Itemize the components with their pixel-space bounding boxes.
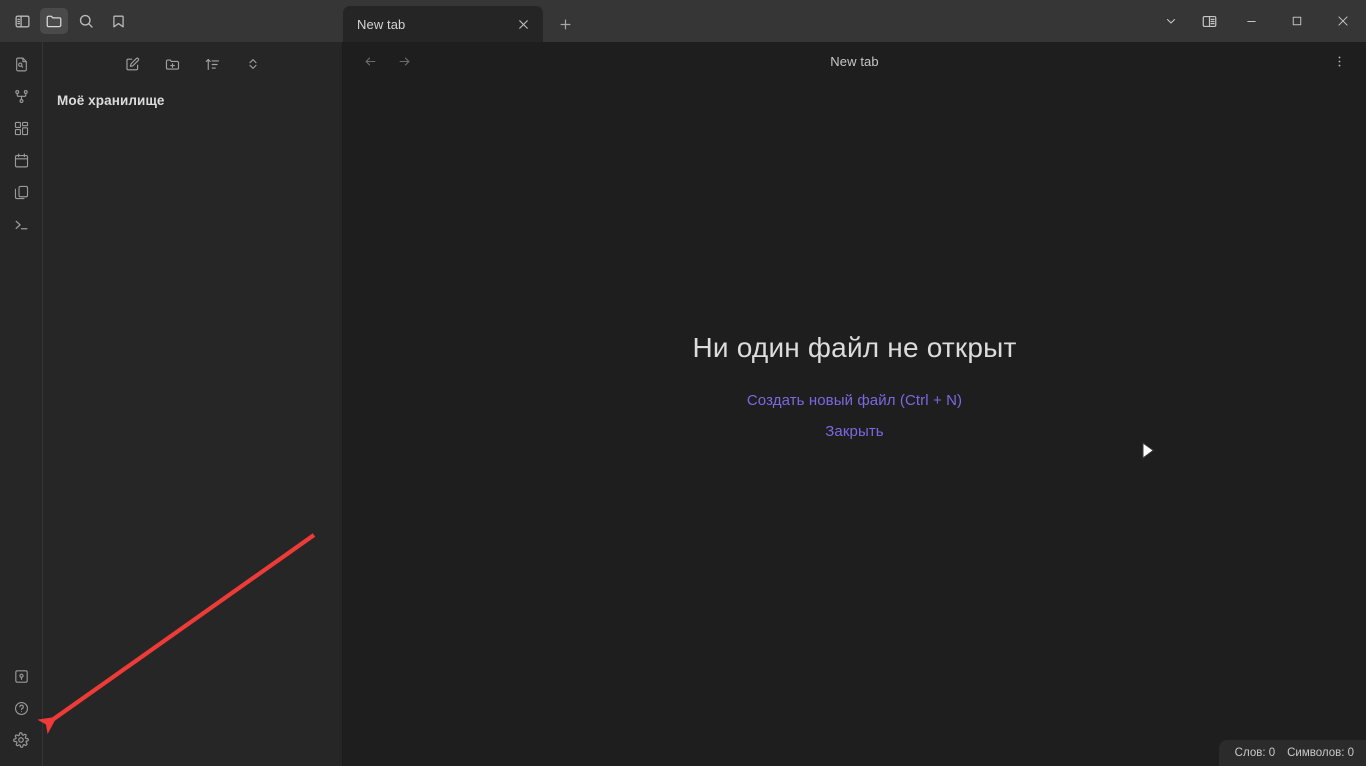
graph-view-icon[interactable] [5, 80, 37, 112]
create-new-file-link[interactable]: Создать новый файл (Ctrl + N) [747, 392, 962, 409]
minimize-icon[interactable] [1228, 0, 1274, 42]
status-bar: Слов: 0 Символов: 0 [1218, 740, 1366, 766]
navigation-arrows [357, 48, 417, 74]
tab-label: New tab [357, 16, 406, 32]
templates-icon[interactable] [5, 176, 37, 208]
empty-state: Ни один файл не открыт Создать новый фай… [343, 80, 1366, 766]
new-folder-icon[interactable] [161, 52, 185, 76]
app-body: Моё хранилище New tab Ни один файл не от… [0, 42, 1366, 766]
close-link[interactable]: Закрыть [825, 423, 883, 440]
forward-arrow-icon[interactable] [391, 48, 417, 74]
help-icon[interactable] [5, 692, 37, 724]
tab-strip: New tab [343, 0, 1152, 42]
view-header: New tab [343, 42, 1366, 80]
bookmark-icon[interactable] [104, 8, 132, 34]
new-note-icon[interactable] [121, 52, 145, 76]
settings-gear-icon[interactable] [5, 724, 37, 756]
chevron-down-icon[interactable] [1152, 0, 1190, 42]
vault-tree: Моё хранилище [43, 80, 342, 766]
character-count: Символов: 0 [1287, 747, 1354, 759]
sort-order-icon[interactable] [201, 52, 225, 76]
more-options-icon[interactable] [1326, 48, 1352, 74]
new-tab-button[interactable] [551, 10, 579, 38]
rail-bottom-group [5, 660, 37, 766]
window-controls [1152, 0, 1366, 42]
main-content-area: New tab Ни один файл не открыт Создать н… [343, 42, 1366, 766]
vault-switcher-icon[interactable] [5, 660, 37, 692]
canvas-icon[interactable] [5, 112, 37, 144]
terminal-icon[interactable] [5, 208, 37, 240]
folder-icon[interactable] [40, 8, 68, 34]
file-explorer-sidebar: Моё хранилище [43, 42, 343, 766]
collapse-all-icon[interactable] [241, 52, 265, 76]
view-title: New tab [830, 53, 879, 69]
titlebar-left-icon-group [0, 0, 343, 42]
vault-root-item[interactable]: Моё хранилище [43, 90, 342, 111]
split-view-icon[interactable] [1190, 0, 1228, 42]
empty-state-title: Ни один файл не открыт [692, 332, 1017, 363]
close-icon[interactable] [513, 14, 533, 34]
daily-note-icon[interactable] [5, 144, 37, 176]
app-window: New tab Моё хранилище New tab Ни один фа… [0, 0, 1366, 766]
toggle-left-sidebar-icon[interactable] [8, 8, 36, 34]
title-bar: New tab [0, 0, 1366, 42]
close-window-icon[interactable] [1320, 0, 1366, 42]
search-icon[interactable] [72, 8, 100, 34]
maximize-icon[interactable] [1274, 0, 1320, 42]
back-arrow-icon[interactable] [357, 48, 383, 74]
tab-new-tab[interactable]: New tab [343, 6, 543, 42]
quick-switcher-icon[interactable] [5, 48, 37, 80]
file-explorer-toolbar [43, 42, 342, 80]
left-icon-rail [0, 42, 43, 766]
word-count: Слов: 0 [1234, 747, 1276, 759]
